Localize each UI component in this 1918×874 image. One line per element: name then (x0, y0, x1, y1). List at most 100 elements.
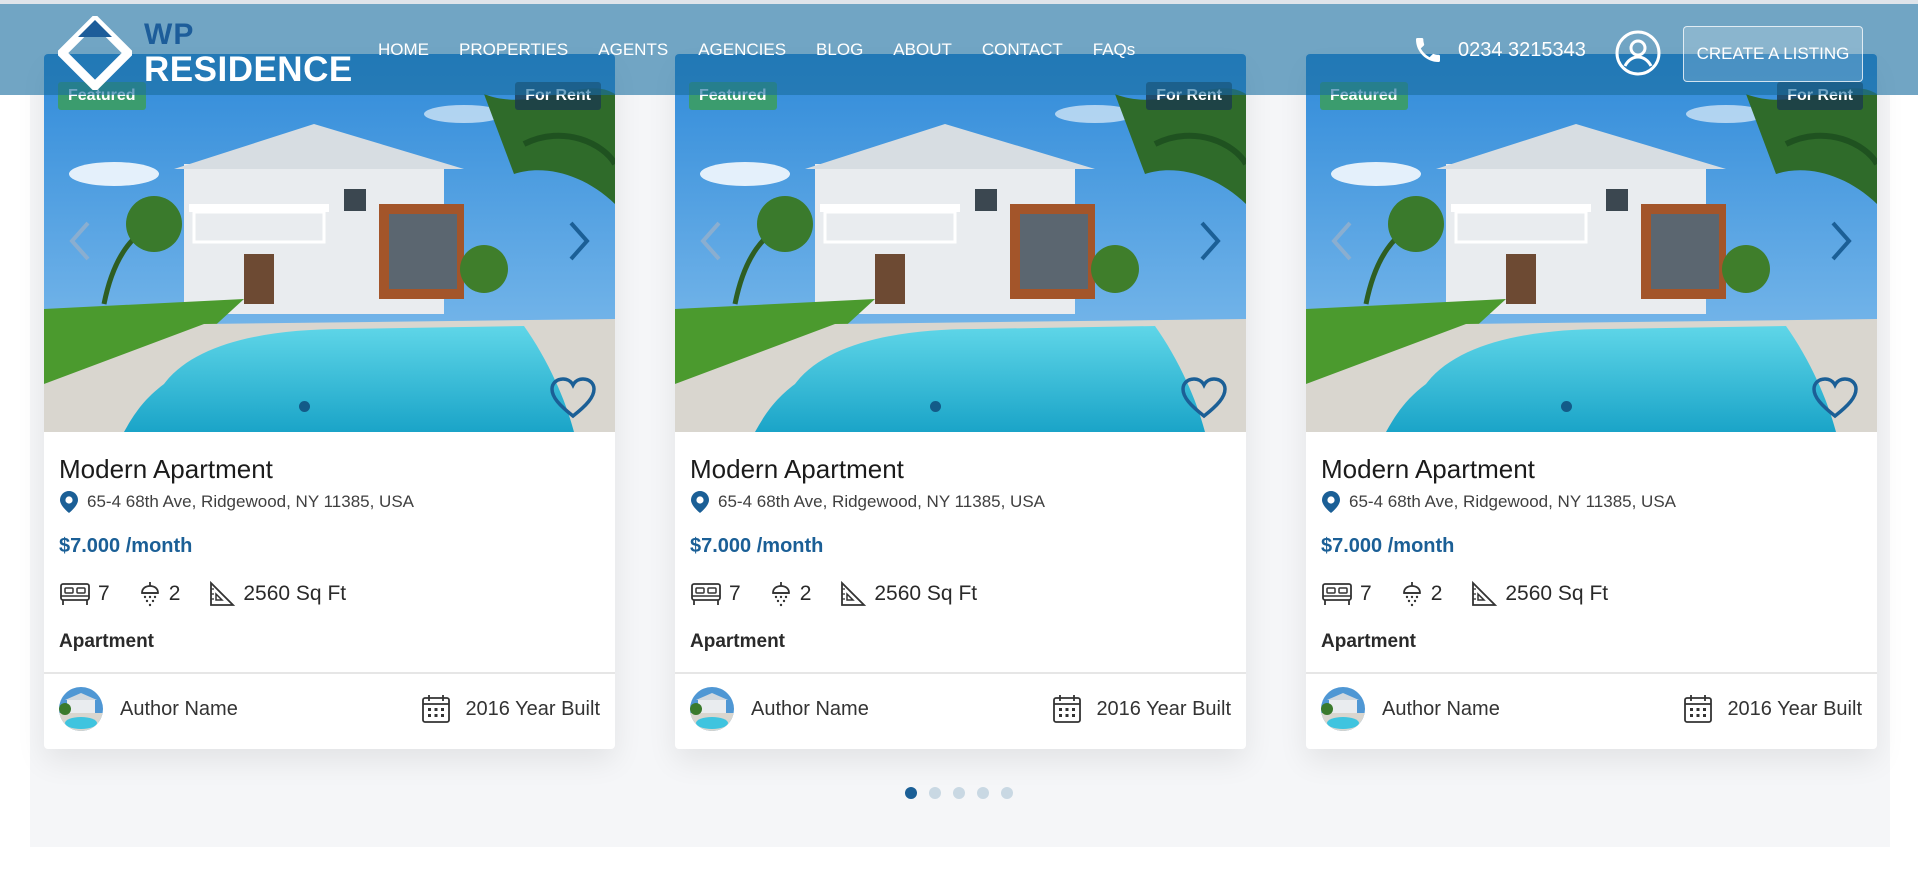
nav-agencies[interactable]: AGENCIES (698, 40, 786, 60)
year-built: 2016 Year Built (1052, 694, 1231, 724)
avatar[interactable] (59, 687, 103, 731)
property-image[interactable]: Featured For Rent (44, 54, 615, 432)
image-dot[interactable] (324, 401, 335, 412)
address-text: 65-4 68th Ave, Ridgewood, NY 11385, USA (1349, 492, 1677, 511)
next-image-button[interactable] (567, 219, 593, 268)
calendar-icon (1053, 695, 1082, 723)
create-listing-button[interactable]: CREATE A LISTING (1683, 26, 1863, 82)
favorite-button[interactable] (1811, 376, 1859, 425)
property-title[interactable]: Modern Apartment (1321, 454, 1535, 485)
property-title[interactable]: Modern Apartment (690, 454, 904, 485)
nav-home[interactable]: HOME (378, 40, 429, 60)
nav-agents[interactable]: AGENTS (598, 40, 668, 60)
image-dot[interactable] (349, 401, 360, 412)
property-card[interactable]: Featured For Rent Modern Apartment 65-4 … (675, 54, 1246, 749)
map-pin-icon (60, 491, 78, 513)
carousel-dot[interactable] (953, 787, 965, 799)
property-features: 7 2 2560 Sq Ft (59, 580, 374, 608)
main-nav: HOME PROPERTIES AGENTS AGENCIES BLOG ABO… (378, 40, 1165, 60)
image-pagination (930, 401, 991, 412)
property-features: 7 2 2560 Sq Ft (690, 580, 1005, 608)
site-logo[interactable]: WP RESIDENCE (58, 16, 352, 90)
image-dot[interactable] (299, 401, 310, 412)
year-built: 2016 Year Built (1683, 694, 1862, 724)
favorite-button[interactable] (1180, 376, 1228, 425)
area-value: 2560 Sq Ft (1505, 582, 1609, 605)
property-card[interactable]: Featured For Rent Modern Apartment 65-4 … (44, 54, 615, 749)
phone-number: 0234 3215343 (1458, 38, 1586, 61)
next-image-button[interactable] (1198, 219, 1224, 268)
area-value: 2560 Sq Ft (243, 582, 347, 605)
author-name[interactable]: Author Name (120, 698, 238, 721)
next-image-button[interactable] (1829, 219, 1855, 268)
bedrooms: 7 (1321, 581, 1372, 607)
property-type: Apartment (1321, 631, 1417, 652)
nav-blog[interactable]: BLOG (816, 40, 863, 60)
nav-about[interactable]: ABOUT (893, 40, 952, 60)
avatar[interactable] (1321, 687, 1365, 731)
prev-image-button[interactable] (697, 219, 723, 268)
nav-properties[interactable]: PROPERTIES (459, 40, 568, 60)
property-photo (44, 54, 615, 432)
avatar-image (59, 687, 103, 731)
address-text: 65-4 68th Ave, Ridgewood, NY 11385, USA (718, 492, 1046, 511)
author-info[interactable]: Author Name (690, 687, 869, 731)
address-text: 65-4 68th Ave, Ridgewood, NY 11385, USA (87, 492, 415, 511)
chevron-left-icon (69, 221, 90, 261)
property-image[interactable]: Featured For Rent (1306, 54, 1877, 432)
property-title[interactable]: Modern Apartment (59, 454, 273, 485)
year-built-text: 2016 Year Built (465, 697, 600, 720)
shower-icon (1402, 582, 1421, 607)
area-icon (1472, 580, 1498, 606)
bed-icon (60, 583, 90, 605)
nav-contact[interactable]: CONTACT (982, 40, 1063, 60)
author-name[interactable]: Author Name (751, 698, 869, 721)
prev-image-button[interactable] (1328, 219, 1354, 268)
carousel-dot[interactable] (1001, 787, 1013, 799)
calendar-icon (422, 695, 451, 723)
chevron-left-icon (1331, 221, 1352, 261)
author-name[interactable]: Author Name (1382, 698, 1500, 721)
image-dot[interactable] (1611, 401, 1622, 412)
header-phone[interactable]: 0234 3215343 (1412, 34, 1586, 66)
property-price: $7.000 /month (1321, 535, 1455, 557)
image-dot[interactable] (930, 401, 941, 412)
image-pagination (299, 401, 360, 412)
image-dot[interactable] (1561, 401, 1572, 412)
image-dot[interactable] (1586, 401, 1597, 412)
image-dot[interactable] (980, 401, 991, 412)
carousel-dot[interactable] (929, 787, 941, 799)
logo-text-top: WP (144, 18, 195, 51)
year-built-text: 2016 Year Built (1096, 697, 1231, 720)
property-image[interactable]: Featured For Rent (675, 54, 1246, 432)
prev-image-button[interactable] (66, 219, 92, 268)
property-card[interactable]: Featured For Rent Modern Apartment 65-4 … (1306, 54, 1877, 749)
favorite-button[interactable] (549, 376, 597, 425)
bathrooms-count: 2 (168, 582, 181, 605)
bathrooms-count: 2 (799, 582, 812, 605)
avatar[interactable] (690, 687, 734, 731)
heart-icon (1181, 377, 1227, 419)
year-built-text: 2016 Year Built (1727, 697, 1862, 720)
area-icon (210, 580, 236, 606)
user-icon (1615, 30, 1661, 76)
author-info[interactable]: Author Name (1321, 687, 1500, 731)
year-built: 2016 Year Built (421, 694, 600, 724)
nav-faqs[interactable]: FAQs (1093, 40, 1136, 60)
author-info[interactable]: Author Name (59, 687, 238, 731)
bathrooms: 2 (138, 580, 181, 608)
image-dot[interactable] (955, 401, 966, 412)
avatar-image (690, 687, 734, 731)
site-header: WP RESIDENCE HOME PROPERTIES AGENTS AGEN… (0, 0, 1918, 95)
user-account-button[interactable] (1615, 30, 1661, 81)
map-pin-icon (1322, 491, 1340, 513)
avatar-image (1321, 687, 1365, 731)
area-icon (841, 580, 867, 606)
property-photo (1306, 54, 1877, 432)
chevron-right-icon (569, 221, 590, 261)
carousel-dot[interactable] (977, 787, 989, 799)
carousel-dot[interactable] (905, 787, 917, 799)
logo-mark-icon (58, 16, 132, 90)
shower-icon (140, 582, 159, 607)
bathrooms: 2 (769, 580, 812, 608)
